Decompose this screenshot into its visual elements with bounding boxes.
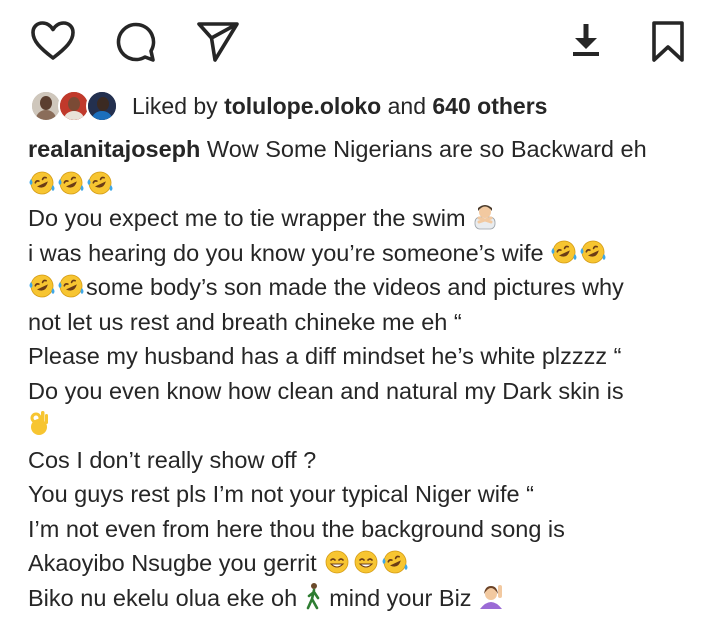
caption-text: some body’s son made the videos and pict… — [86, 274, 624, 300]
liked-by-avatars — [30, 86, 126, 126]
send-icon[interactable] — [196, 20, 240, 64]
grinning-emoji-icon — [323, 549, 351, 585]
caption-line: Please my husband has a diff mindset he’… — [28, 343, 622, 369]
download-icon[interactable] — [570, 22, 602, 58]
caption-line: Do you even know how clean and natural m… — [28, 377, 624, 404]
caption-line — [28, 408, 708, 443]
caption-line: You guys rest pls I’m not your typical N… — [28, 481, 534, 507]
heart-icon[interactable] — [30, 20, 76, 62]
caption-text: Wow Some Nigerians are so Backward eh — [200, 136, 647, 162]
person-raising-hand-emoji-icon — [478, 582, 504, 620]
liked-by-others-link[interactable]: 640 others — [432, 93, 547, 119]
caption-line: not let us rest and breath chineke me eh… — [28, 308, 462, 335]
rofl-emoji-icon — [57, 170, 85, 206]
liked-by-prefix: Liked by — [132, 92, 225, 119]
rofl-emoji-icon — [57, 273, 85, 309]
liked-by-text: Liked by tolulope.oloko and 640 others — [132, 93, 547, 120]
comment-icon[interactable] — [114, 20, 158, 64]
caption-line: I’m not even from here thou the backgrou… — [28, 515, 565, 542]
liked-by-and: and — [381, 92, 433, 119]
post-caption: realanitajoseph Wow Some Nigerians are s… — [28, 132, 708, 615]
caption-username[interactable]: realanitajoseph — [28, 136, 200, 162]
caption-text: mind your Biz — [322, 584, 479, 611]
caption-line: Do you expect me to tie wrapper the swim — [28, 201, 708, 236]
caption-line — [28, 167, 708, 202]
avatar[interactable] — [86, 90, 118, 122]
ok-hand-emoji-icon — [28, 409, 50, 447]
rofl-emoji-icon — [579, 239, 607, 275]
rofl-emoji-icon — [28, 170, 56, 206]
person-walking-emoji-icon — [304, 582, 322, 620]
caption-text: i was hearing do you know you’re someone… — [28, 239, 551, 266]
caption-line: i was hearing do you know you’re someone… — [28, 236, 708, 271]
caption-line: realanitajoseph Wow Some Nigerians are s… — [28, 132, 708, 167]
caption-text: Do you expect me to tie wrapper the swim — [28, 205, 473, 231]
rofl-emoji-icon — [550, 239, 578, 275]
likes-row: Liked by tolulope.oloko and 640 others — [30, 84, 547, 128]
liked-by-user-link[interactable]: tolulope.oloko — [224, 93, 381, 119]
rofl-emoji-icon — [28, 273, 56, 309]
caption-line: Akaoyibo Nsugbe you gerrit — [28, 546, 708, 581]
caption-text: Akaoyibo Nsugbe you gerrit — [28, 550, 324, 576]
rofl-emoji-icon — [381, 549, 409, 585]
person-gesturing-no-emoji-icon — [472, 202, 498, 240]
grinning-emoji-icon — [352, 549, 380, 585]
caption-line: some body’s son made the videos and pict… — [28, 270, 708, 305]
bookmark-icon[interactable] — [650, 20, 686, 64]
caption-text: Biko nu ekelu olua eke oh — [28, 584, 304, 611]
caption-line: Cos I don’t really show off ? — [28, 446, 317, 473]
caption-line: Biko nu ekelu olua eke oh mind your Biz — [28, 581, 708, 616]
rofl-emoji-icon — [86, 170, 114, 206]
